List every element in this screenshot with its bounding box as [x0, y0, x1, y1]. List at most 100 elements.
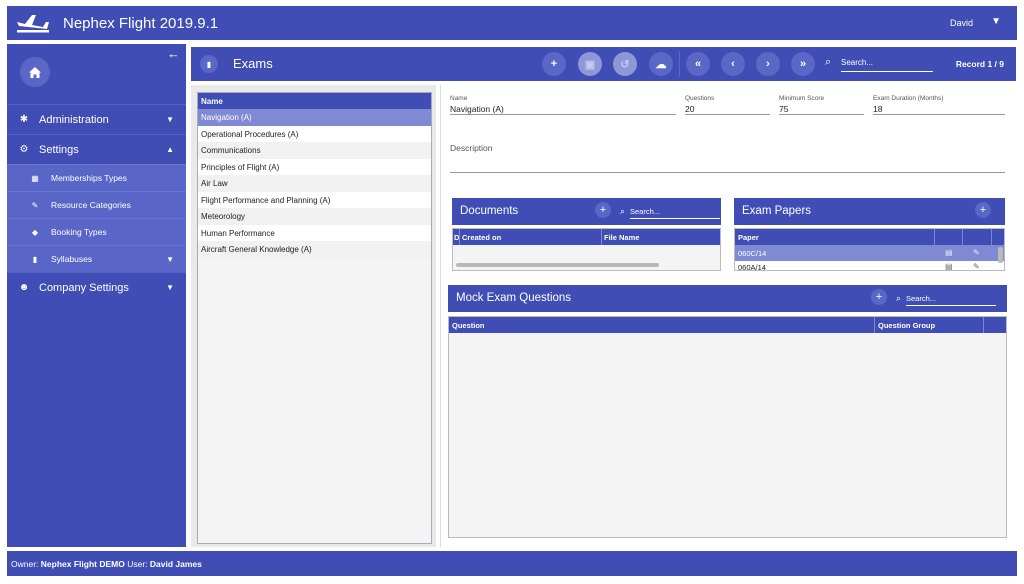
column-divider — [459, 229, 460, 245]
home-button[interactable] — [20, 57, 50, 87]
sidebar-item-settings[interactable]: ⚙ Settings ▲ — [7, 134, 186, 164]
book-icon: ▮ — [32, 254, 38, 264]
documents-header: Documents + ⌕ Search... — [452, 198, 721, 225]
sidebar-subitem-syllabuses[interactable]: ▮ Syllabuses ▼ — [7, 245, 186, 272]
exam-papers-title: Exam Papers — [742, 205, 812, 217]
column-divider — [962, 229, 963, 245]
list-item[interactable]: Principles of Flight (A) — [198, 158, 431, 175]
column-divider — [601, 229, 602, 245]
delete-icon[interactable]: ▤ — [945, 248, 953, 257]
table-row[interactable]: 060C/14 ▤ ✎ — [735, 245, 1004, 261]
list-item[interactable]: Communications — [198, 142, 431, 159]
list-item[interactable]: Air Law — [198, 175, 431, 192]
mock-questions-grid: Question Question Group — [448, 316, 1007, 538]
minimum-score-input[interactable]: 75 — [779, 102, 864, 115]
documents-grid: D Created on File Name — [452, 228, 721, 271]
add-question-button[interactable]: + — [871, 289, 887, 305]
paper-cell: 060C/14 — [738, 249, 767, 258]
sidebar-item-administration[interactable]: ✱ Administration ▼ — [7, 104, 186, 134]
add-exam-paper-button[interactable]: + — [975, 202, 991, 218]
book-icon: ▮ — [200, 55, 218, 73]
save-icon: ▣ — [584, 58, 596, 71]
list-item[interactable]: Navigation (A) — [198, 109, 431, 126]
documents-grid-header: D Created on File Name — [453, 229, 720, 245]
footer-bar: Owner: Nephex Flight DEMO User: David Ja… — [7, 551, 1017, 576]
list-item[interactable]: Aircraft General Knowledge (A) — [198, 241, 431, 258]
undo-button[interactable]: ↺ — [613, 52, 637, 76]
documents-search-input[interactable]: Search... — [630, 207, 720, 219]
horizontal-scrollbar[interactable] — [456, 263, 659, 267]
column-divider — [991, 229, 992, 245]
search-icon: ⌕ — [825, 56, 832, 68]
wrench-icon: ✎ — [31, 200, 39, 210]
double-chevron-right-icon: » — [799, 58, 807, 70]
delete-icon[interactable]: ▤ — [945, 262, 953, 270]
exam-duration-input[interactable]: 18 — [873, 102, 1005, 115]
undo-icon: ↺ — [620, 58, 630, 71]
user-label: User: — [127, 559, 148, 569]
search-icon: ⌕ — [620, 206, 626, 216]
upload-button[interactable]: ☁ — [649, 52, 673, 76]
minimum-score-field: Minimum Score 75 — [779, 95, 864, 115]
column-header-question[interactable]: Question — [452, 321, 485, 330]
user-value: David James — [149, 559, 202, 569]
vertical-scrollbar[interactable] — [998, 247, 1003, 263]
caret-down-icon: ▼ — [166, 283, 174, 292]
table-row[interactable]: 060A/14 ▤ ✎ — [735, 261, 1004, 270]
questions-input[interactable]: 20 — [685, 102, 770, 115]
user-menu[interactable]: David — [950, 18, 973, 28]
exam-list: Name Navigation (A) Operational Procedur… — [197, 92, 432, 544]
plus-icon: + — [599, 204, 607, 216]
previous-record-button[interactable]: ‹ — [721, 52, 745, 76]
sidebar-subitem-memberships-types[interactable]: ▦ Memberships Types — [7, 164, 186, 191]
sidebar-subitem-booking-types[interactable]: ◆ Booking Types — [7, 218, 186, 245]
exam-duration-label: Exam Duration (Months) — [873, 95, 944, 102]
column-divider — [874, 317, 875, 333]
page-title: Exams — [233, 56, 273, 71]
list-item[interactable]: Meteorology — [198, 208, 431, 225]
caret-down-icon[interactable]: ▼ — [991, 16, 1001, 27]
list-item[interactable]: Human Performance — [198, 224, 431, 241]
name-field: Name Navigation (A) — [450, 95, 676, 115]
sidebar-item-label: Settings — [39, 143, 79, 156]
edit-pencil-icon[interactable]: ✎ — [973, 262, 980, 270]
questions-search-input[interactable]: Search... — [906, 294, 996, 306]
last-record-button[interactable]: » — [791, 52, 815, 76]
arrow-left-icon[interactable]: ← — [167, 46, 180, 61]
list-item[interactable]: Flight Performance and Planning (A) — [198, 191, 431, 208]
list-item[interactable]: Operational Procedures (A) — [198, 125, 431, 142]
column-header-name[interactable]: Name — [198, 93, 431, 109]
add-button[interactable]: + — [542, 52, 566, 76]
exam-papers-header: Exam Papers + — [734, 198, 1005, 225]
sidebar: ← ✱ Administration ▼ ⚙ Settings ▲ ▦ Memb… — [7, 44, 186, 547]
column-header-created-on[interactable]: Created on — [462, 233, 501, 242]
column-header-question-group[interactable]: Question Group — [878, 321, 935, 330]
edit-pencil-icon[interactable]: ✎ — [973, 248, 980, 257]
add-document-button[interactable]: + — [595, 202, 611, 218]
sidebar-item-company-settings[interactable]: ☻ Company Settings ▼ — [7, 272, 186, 302]
sidebar-subitem-label: Resource Categories — [51, 200, 131, 210]
exams-toolbar: ▮ Exams + ▣ ↺ ☁ « ‹ › » ⌕ Search... Reco… — [191, 47, 1016, 81]
search-icon: ⌕ — [896, 293, 902, 303]
tags-icon: ◆ — [31, 227, 39, 237]
questions-field: Questions 20 — [685, 95, 770, 115]
name-label: Name — [450, 95, 468, 102]
save-button[interactable]: ▣ — [578, 52, 602, 76]
owner-label: Owner: — [11, 559, 39, 569]
column-header-paper[interactable]: Paper — [738, 233, 759, 242]
description-field[interactable]: Description — [450, 143, 1005, 173]
next-record-button[interactable]: › — [756, 52, 780, 76]
first-record-button[interactable]: « — [686, 52, 710, 76]
gear-icon: ✱ — [19, 114, 29, 125]
name-input[interactable]: Navigation (A) — [450, 102, 676, 115]
mock-exam-questions-header: Mock Exam Questions + ⌕ Search... — [448, 285, 1007, 312]
exam-detail-panel: Name Navigation (A) Questions 20 Minimum… — [440, 85, 1016, 547]
search-input[interactable]: Search... — [841, 58, 933, 72]
sidebar-subitem-resource-categories[interactable]: ✎ Resource Categories — [7, 191, 186, 218]
sidebar-subitem-label: Syllabuses — [51, 254, 93, 264]
exam-duration-field: Exam Duration (Months) 18 — [873, 95, 1005, 115]
column-header-file-name[interactable]: File Name — [604, 233, 639, 242]
column-divider — [934, 229, 935, 245]
sidebar-subitem-label: Booking Types — [51, 227, 107, 237]
sidebar-item-label: Company Settings — [39, 281, 129, 294]
